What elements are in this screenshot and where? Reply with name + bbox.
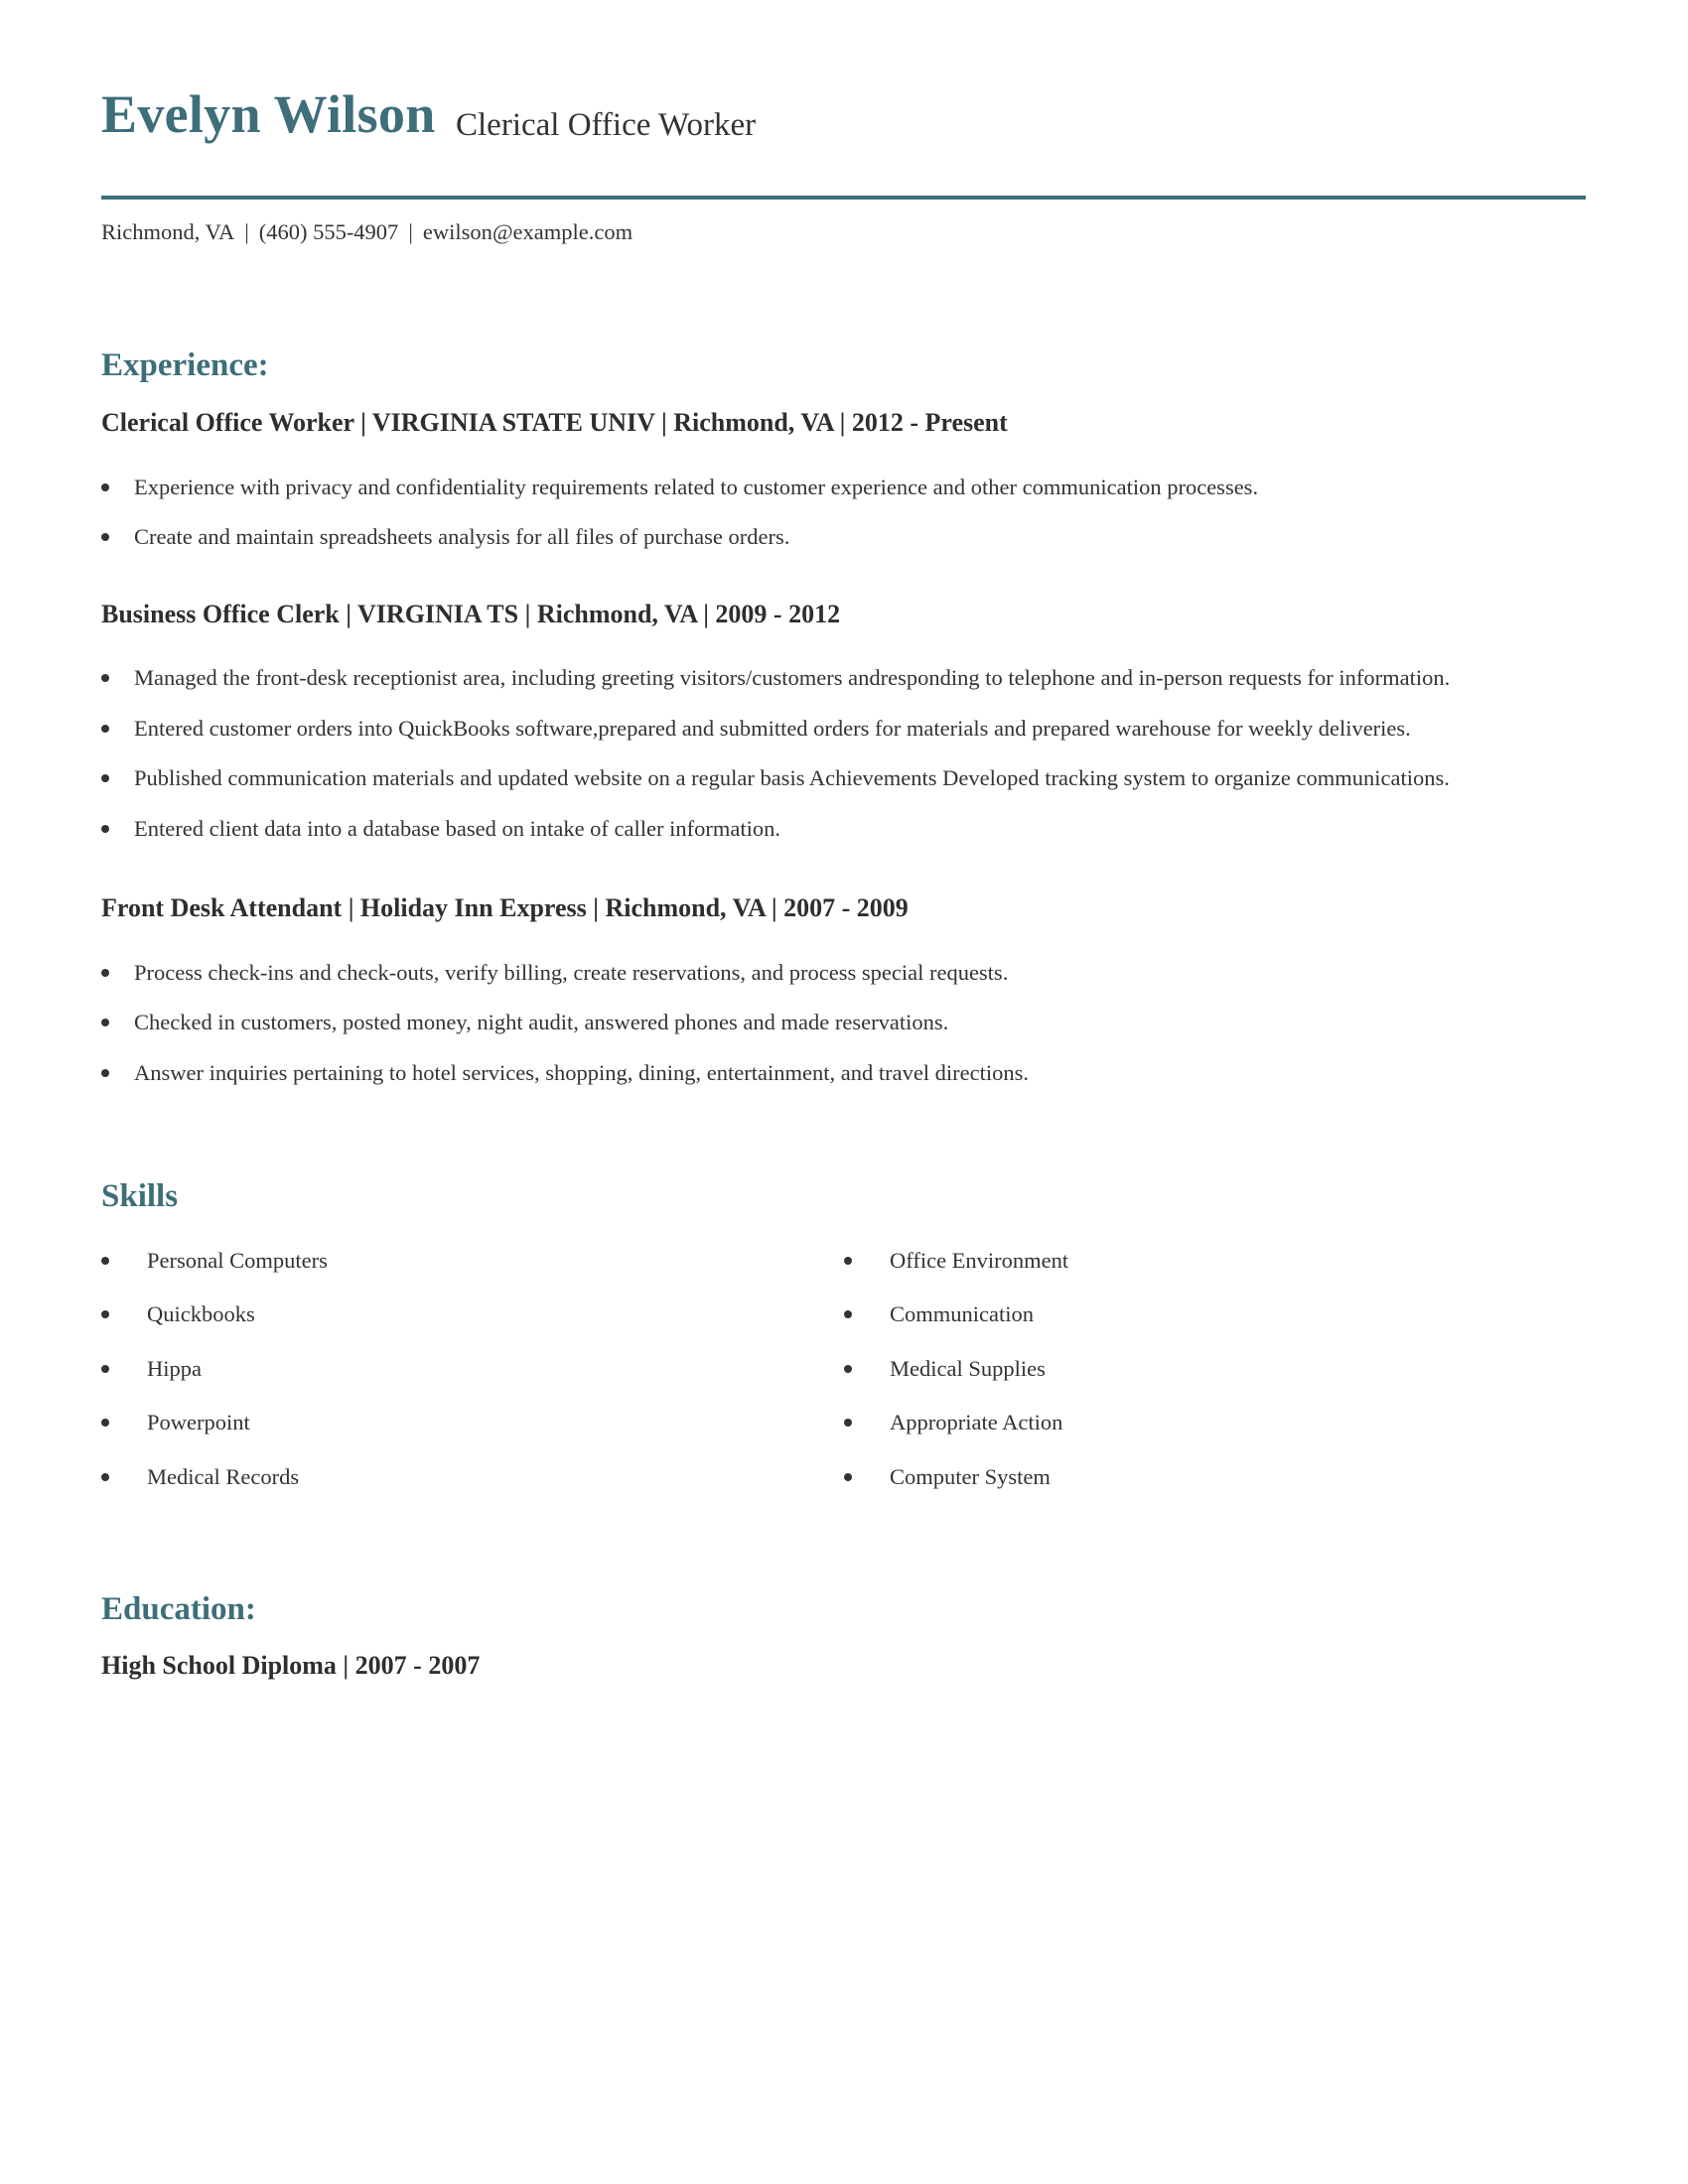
candidate-title: Clerical Office Worker: [456, 107, 757, 143]
skill-text: Office Environment: [890, 1248, 1069, 1273]
bullet-icon: [101, 674, 109, 682]
job-title: Front Desk Attendant | Holiday Inn Expre…: [101, 893, 909, 922]
education-entry: High School Diploma | 2007 - 2007: [101, 1651, 481, 1680]
bullet-text: Process check-ins and check-outs, verify…: [134, 960, 1009, 985]
bullet-icon: [101, 1365, 109, 1373]
bullet-icon: [101, 483, 109, 491]
contact-separator: |: [244, 219, 249, 244]
skill-text: Computer System: [890, 1464, 1051, 1489]
bullet-icon: [101, 1419, 109, 1427]
contact-separator: |: [408, 219, 413, 244]
bullet-text: Experience with privacy and confidential…: [134, 475, 1259, 499]
skill-text: Appropriate Action: [890, 1410, 1063, 1434]
job-title: Clerical Office Worker | VIRGINIA STATE …: [101, 408, 1008, 437]
bullet-text: Checked in customers, posted money, nigh…: [134, 1010, 949, 1034]
candidate-name: Evelyn Wilson: [101, 84, 436, 144]
skill-text: Quickbooks: [147, 1301, 255, 1326]
bullet-icon: [844, 1257, 852, 1265]
bullet-icon: [101, 1257, 109, 1265]
education-heading: Education:: [101, 1591, 256, 1627]
bullet-text: Entered customer orders into QuickBooks …: [134, 716, 1411, 741]
bullet-icon: [101, 725, 109, 733]
bullet-icon: [844, 1473, 852, 1481]
bullet-icon: [101, 1473, 109, 1481]
bullet-text: Entered client data into a database base…: [134, 816, 780, 841]
job-title: Business Office Clerk | VIRGINIA TS | Ri…: [101, 600, 841, 628]
skill-text: Personal Computers: [147, 1248, 328, 1273]
bullet-icon: [844, 1310, 852, 1318]
bullet-icon: [101, 1019, 109, 1026]
bullet-text: Managed the front-desk receptionist area…: [134, 665, 1451, 690]
bullet-icon: [101, 1069, 109, 1077]
skill-text: Powerpoint: [147, 1410, 250, 1434]
bullet-text: Published communication materials and up…: [134, 765, 1450, 790]
experience-heading: Experience:: [101, 347, 269, 383]
bullet-icon: [101, 969, 109, 977]
skill-text: Communication: [890, 1301, 1034, 1326]
bullet-icon: [844, 1365, 852, 1373]
header-divider: [101, 196, 1586, 200]
contact-location: Richmond, VA: [101, 219, 235, 244]
bullet-icon: [101, 774, 109, 782]
skills-heading: Skills: [101, 1178, 179, 1214]
skill-text: Medical Records: [147, 1464, 300, 1489]
contact-email[interactable]: ewilson@example.com: [423, 219, 633, 244]
bullet-text: Create and maintain spreadsheets analysi…: [134, 524, 790, 549]
skill-text: Medical Supplies: [890, 1356, 1046, 1381]
contact-line: Richmond, VA | (460) 555-4907 | ewilson@exam…: [101, 218, 633, 245]
bullet-icon: [101, 825, 109, 833]
bullet-text: Answer inquiries pertaining to hotel ser…: [134, 1060, 1030, 1085]
contact-phone: (460) 555-4907: [258, 219, 399, 244]
bullet-icon: [101, 533, 109, 541]
skill-text: Hippa: [147, 1356, 202, 1381]
bullet-icon: [844, 1419, 852, 1427]
bullet-icon: [101, 1310, 109, 1318]
